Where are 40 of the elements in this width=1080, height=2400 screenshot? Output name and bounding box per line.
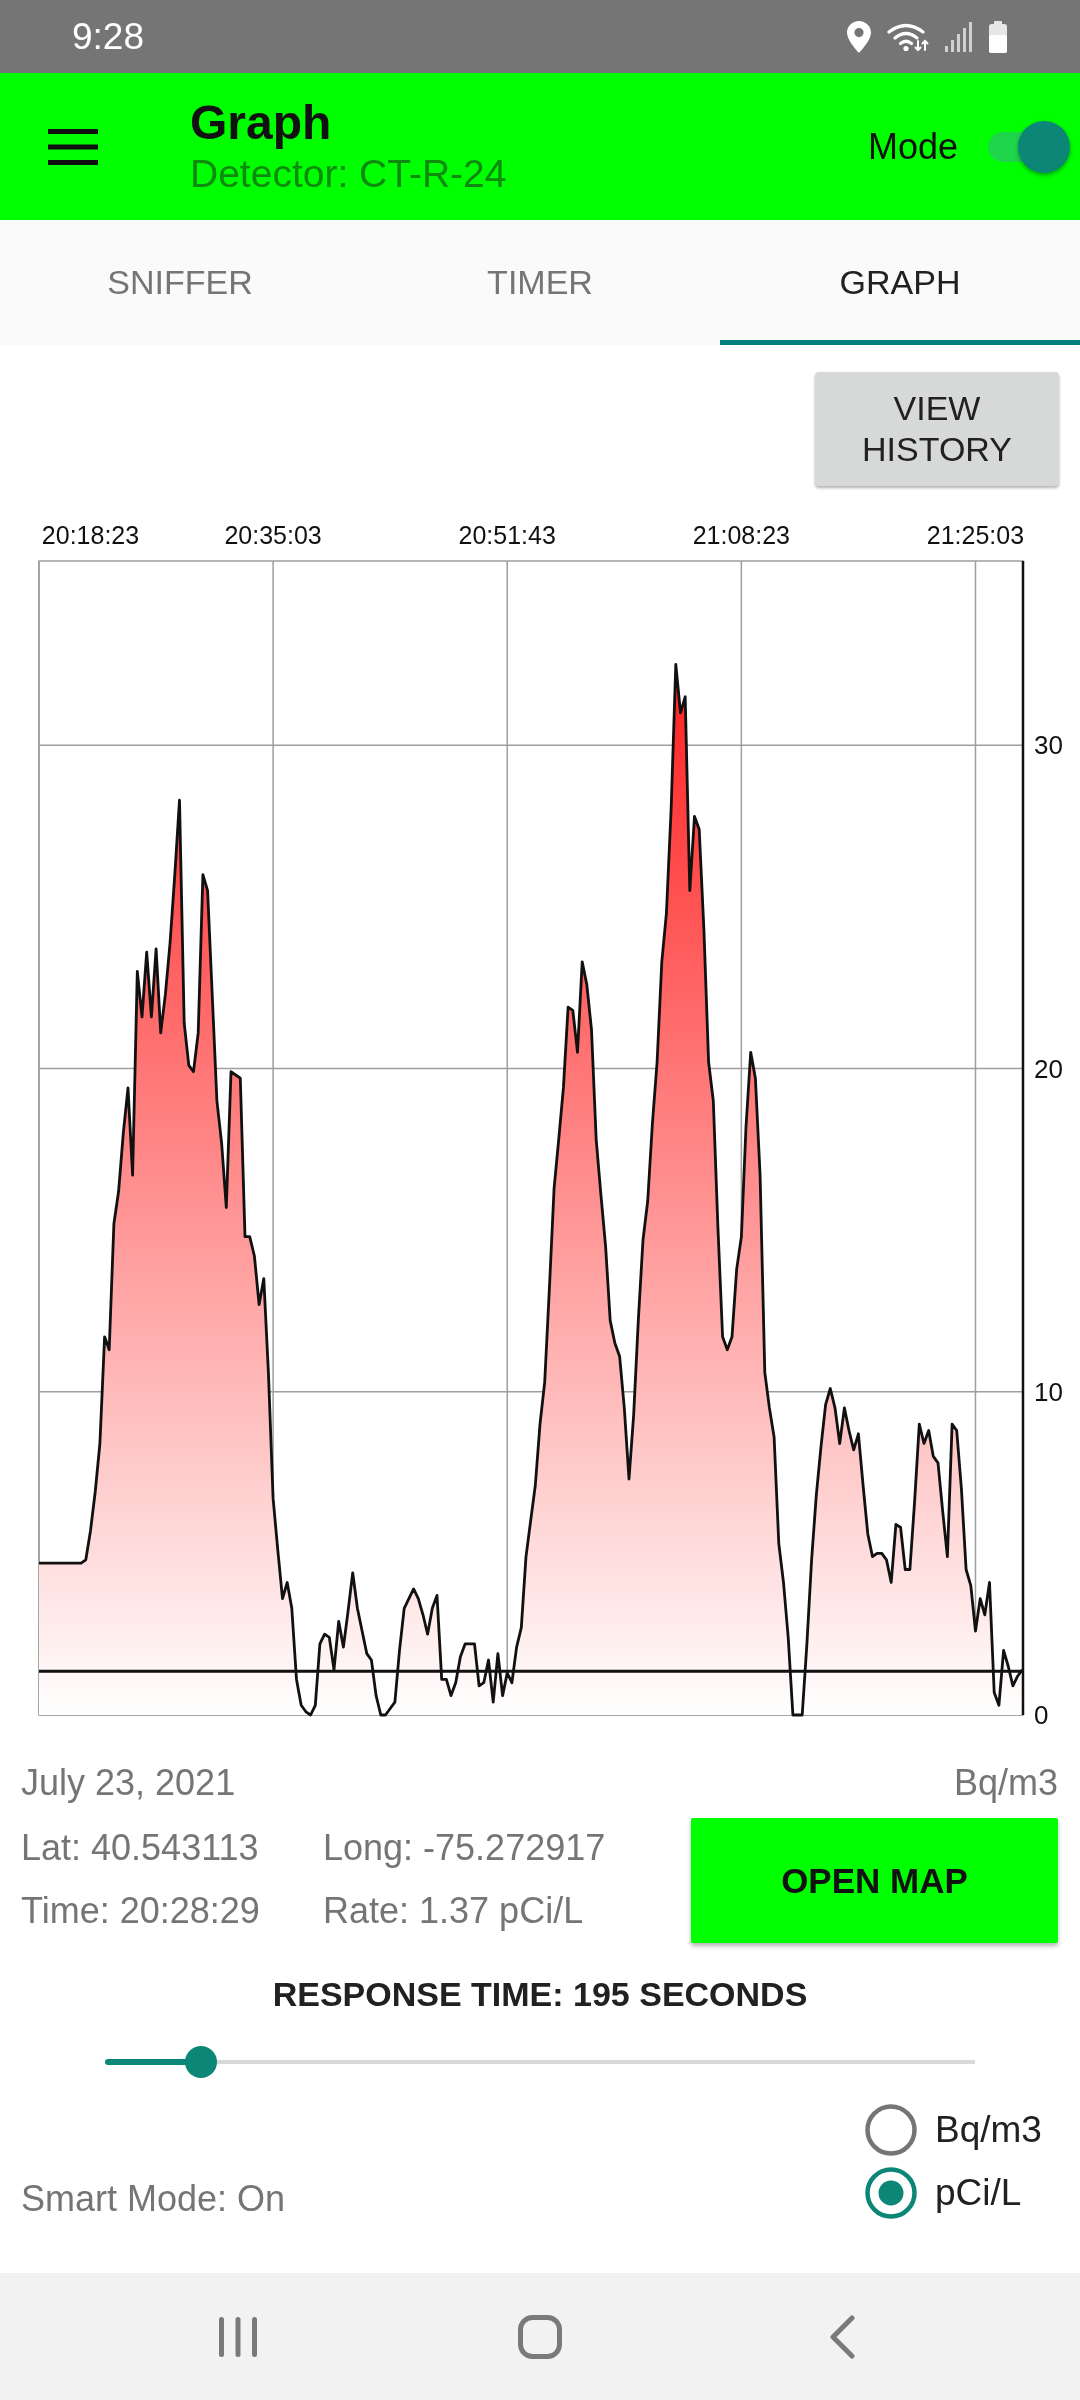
y-axis-label: 30: [1034, 730, 1063, 761]
back-icon[interactable]: [829, 2314, 855, 2359]
longitude-label: Long: -75.272917: [323, 1825, 606, 1870]
time-label: Time: 20:28:29: [21, 1888, 261, 1933]
status-time: 9:28: [72, 18, 144, 55]
x-axis-label: 20:51:43: [458, 521, 556, 549]
recents-icon[interactable]: [219, 2316, 257, 2357]
app-title: Graph: [190, 96, 333, 150]
x-axis-label: 21:08:23: [692, 521, 790, 549]
smart-mode-label: Smart Mode: On: [21, 2177, 286, 2221]
response-time-label: RESPONSE TIME: 195 SECONDS: [271, 1974, 809, 2015]
x-axis-label: 21:25:03: [926, 521, 1025, 549]
latitude-label: Lat: 40.543113: [21, 1825, 260, 1870]
unit-label: Bq/m3: [953, 1761, 1058, 1805]
rate-label: Rate: 1.37 pCi/L: [323, 1888, 585, 1933]
slider-thumb[interactable]: [184, 2046, 217, 2078]
date-label: July 23, 2021: [21, 1761, 236, 1805]
unit-radio-option[interactable]: Bq/m3: [865, 2098, 1059, 2161]
y-axis-label: 20: [1034, 1053, 1063, 1084]
mode-label: Mode: [867, 125, 958, 168]
open-map-button[interactable]: OPEN MAP: [691, 1818, 1058, 1943]
home-icon[interactable]: [518, 2314, 562, 2359]
radio-icon[interactable]: [865, 2166, 917, 2219]
x-axis-label: 20:35:03: [224, 521, 322, 549]
tab[interactable]: SNIFFER: [0, 220, 360, 345]
radio-icon[interactable]: [865, 2103, 917, 2156]
x-axis-label: 20:18:23: [41, 521, 140, 549]
mode-switch[interactable]: [988, 119, 1070, 174]
y-axis-label: 10: [1034, 1376, 1063, 1407]
view-history-button[interactable]: VIEW HISTORY: [815, 372, 1059, 486]
detector-label: Detector: CT-R-24: [190, 153, 508, 197]
menu-icon[interactable]: [48, 128, 98, 165]
tab[interactable]: GRAPH: [720, 220, 1080, 345]
wifi-icon: [887, 21, 929, 52]
unit-radio-option[interactable]: pCi/L: [865, 2161, 1059, 2224]
signal-icon: [945, 21, 973, 52]
y-axis-label: 0: [1034, 1700, 1049, 1730]
tab[interactable]: TIMER: [360, 220, 720, 345]
battery-icon: [989, 20, 1007, 53]
location-pin-icon: [847, 20, 871, 53]
